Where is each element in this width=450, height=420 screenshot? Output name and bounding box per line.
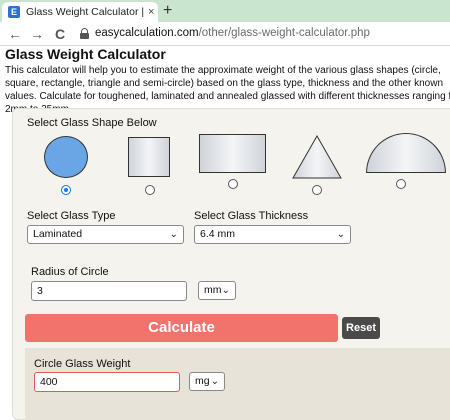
triangle-radio[interactable] bbox=[312, 185, 322, 195]
radius-input[interactable]: 3 bbox=[31, 281, 187, 301]
glass-type-label: Select Glass Type bbox=[27, 210, 116, 222]
browser-tab-strip: E Glass Weight Calculator | Toughe × + bbox=[0, 0, 450, 22]
square-radio[interactable] bbox=[145, 185, 155, 195]
shape-section-label: Select Glass Shape Below bbox=[27, 117, 157, 129]
back-arrow-icon[interactable]: ← bbox=[8, 25, 22, 43]
triangle-shape-icon[interactable] bbox=[292, 135, 342, 179]
result-output[interactable]: 400 bbox=[34, 372, 180, 392]
forward-arrow-icon[interactable]: → bbox=[30, 25, 44, 43]
semi-circle-radio[interactable] bbox=[396, 179, 406, 189]
address-bar[interactable]: easycalculation.com/other/glass-weight-c… bbox=[95, 27, 370, 39]
result-unit-value: mg bbox=[195, 375, 210, 387]
reload-icon[interactable]: C bbox=[55, 25, 65, 43]
browser-tab[interactable]: E Glass Weight Calculator | Toughe × bbox=[2, 2, 158, 22]
radius-unit-value: mm bbox=[204, 284, 222, 296]
radius-label: Radius of Circle bbox=[31, 266, 109, 278]
calculate-button[interactable]: Calculate bbox=[25, 314, 338, 342]
circle-shape-icon[interactable] bbox=[44, 136, 88, 178]
chevron-down-icon: ⌄ bbox=[169, 229, 178, 240]
glass-type-select[interactable]: Laminated ⌄ bbox=[27, 225, 184, 244]
glass-thickness-value: 6.4 mm bbox=[200, 228, 236, 240]
circle-radio[interactable] bbox=[61, 185, 71, 195]
result-unit-select[interactable]: mg ⌄ bbox=[189, 372, 225, 391]
chevron-down-icon: ⌄ bbox=[210, 376, 219, 387]
lock-icon[interactable] bbox=[80, 28, 89, 39]
chevron-down-icon: ⌄ bbox=[336, 229, 345, 240]
url-host: easycalculation.com bbox=[95, 27, 199, 39]
url-path: /other/glass-weight-calculator.php bbox=[198, 27, 370, 39]
close-tab-icon[interactable]: × bbox=[148, 6, 154, 18]
glass-thickness-select[interactable]: 6.4 mm ⌄ bbox=[194, 225, 351, 244]
rectangle-radio[interactable] bbox=[228, 179, 238, 189]
page-title: Glass Weight Calculator bbox=[5, 46, 166, 62]
rectangle-shape-icon[interactable] bbox=[199, 134, 266, 173]
square-shape-icon[interactable] bbox=[128, 137, 170, 177]
radius-unit-select[interactable]: mm ⌄ bbox=[198, 281, 236, 300]
new-tab-button[interactable]: + bbox=[163, 1, 172, 21]
glass-thickness-label: Select Glass Thickness bbox=[194, 210, 309, 222]
chevron-down-icon: ⌄ bbox=[221, 285, 230, 296]
result-label: Circle Glass Weight bbox=[34, 358, 131, 370]
glass-type-value: Laminated bbox=[33, 228, 83, 240]
browser-toolbar: ← → C easycalculation.com/other/glass-we… bbox=[0, 22, 450, 46]
tab-title: Glass Weight Calculator | Toughe bbox=[26, 6, 144, 18]
reset-button[interactable]: Reset bbox=[342, 317, 380, 339]
site-favicon-icon: E bbox=[8, 6, 20, 18]
